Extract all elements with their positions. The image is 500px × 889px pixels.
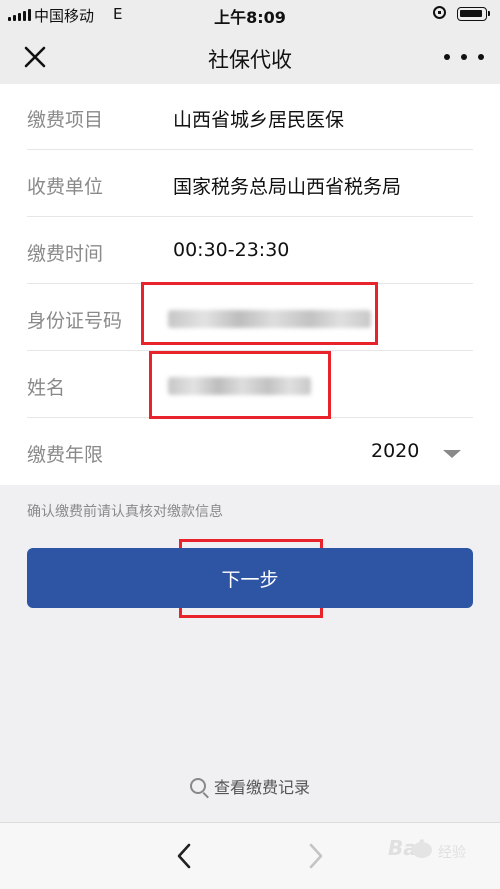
field-label: 缴费项目 xyxy=(27,109,104,131)
more-icon[interactable] xyxy=(444,45,484,69)
form-row-collector: 收费单位 国家税务总局山西省税务局 xyxy=(0,151,500,217)
verify-hint: 确认缴费前请认真核对缴款信息 xyxy=(27,504,223,520)
chevron-down-icon[interactable] xyxy=(443,450,461,458)
highlight-box-id xyxy=(141,282,378,345)
status-time: 上午8:09 xyxy=(214,8,286,27)
chevron-left-icon[interactable] xyxy=(172,841,196,871)
field-value: 国家税务总局山西省税务局 xyxy=(173,176,402,198)
nav-bar: 社保代收 xyxy=(0,30,500,84)
battery-icon xyxy=(457,7,490,21)
field-label: 身份证号码 xyxy=(27,310,123,332)
view-records-link[interactable]: 查看缴费记录 xyxy=(0,774,500,798)
page-title: 社保代收 xyxy=(208,48,292,72)
highlight-box-name xyxy=(149,351,331,419)
field-value: 山西省城乡居民医保 xyxy=(173,109,345,131)
records-label: 查看缴费记录 xyxy=(213,778,310,797)
field-label: 缴费时间 xyxy=(27,243,104,265)
field-label: 收费单位 xyxy=(27,176,104,198)
next-step-button[interactable]: 下一步 xyxy=(27,548,473,608)
year-select-value[interactable]: 2020 xyxy=(371,440,419,462)
paw-logo xyxy=(412,842,432,858)
field-label: 姓名 xyxy=(27,377,66,399)
chevron-right-icon[interactable] xyxy=(304,841,328,871)
form-row-item: 缴费项目 山西省城乡居民医保 xyxy=(0,84,500,150)
watermark-text-2: 经验 xyxy=(438,845,466,861)
form-row-year[interactable]: 缴费年限 2020 xyxy=(0,419,500,485)
status-bar: 中国移动 E 上午8:09 xyxy=(0,0,500,30)
form-row-time: 缴费时间 00:30-23:30 xyxy=(0,218,500,284)
field-value: 00:30-23:30 xyxy=(173,239,290,261)
field-label: 缴费年限 xyxy=(27,444,104,466)
rotation-lock-icon xyxy=(433,6,446,19)
search-icon xyxy=(189,778,206,794)
